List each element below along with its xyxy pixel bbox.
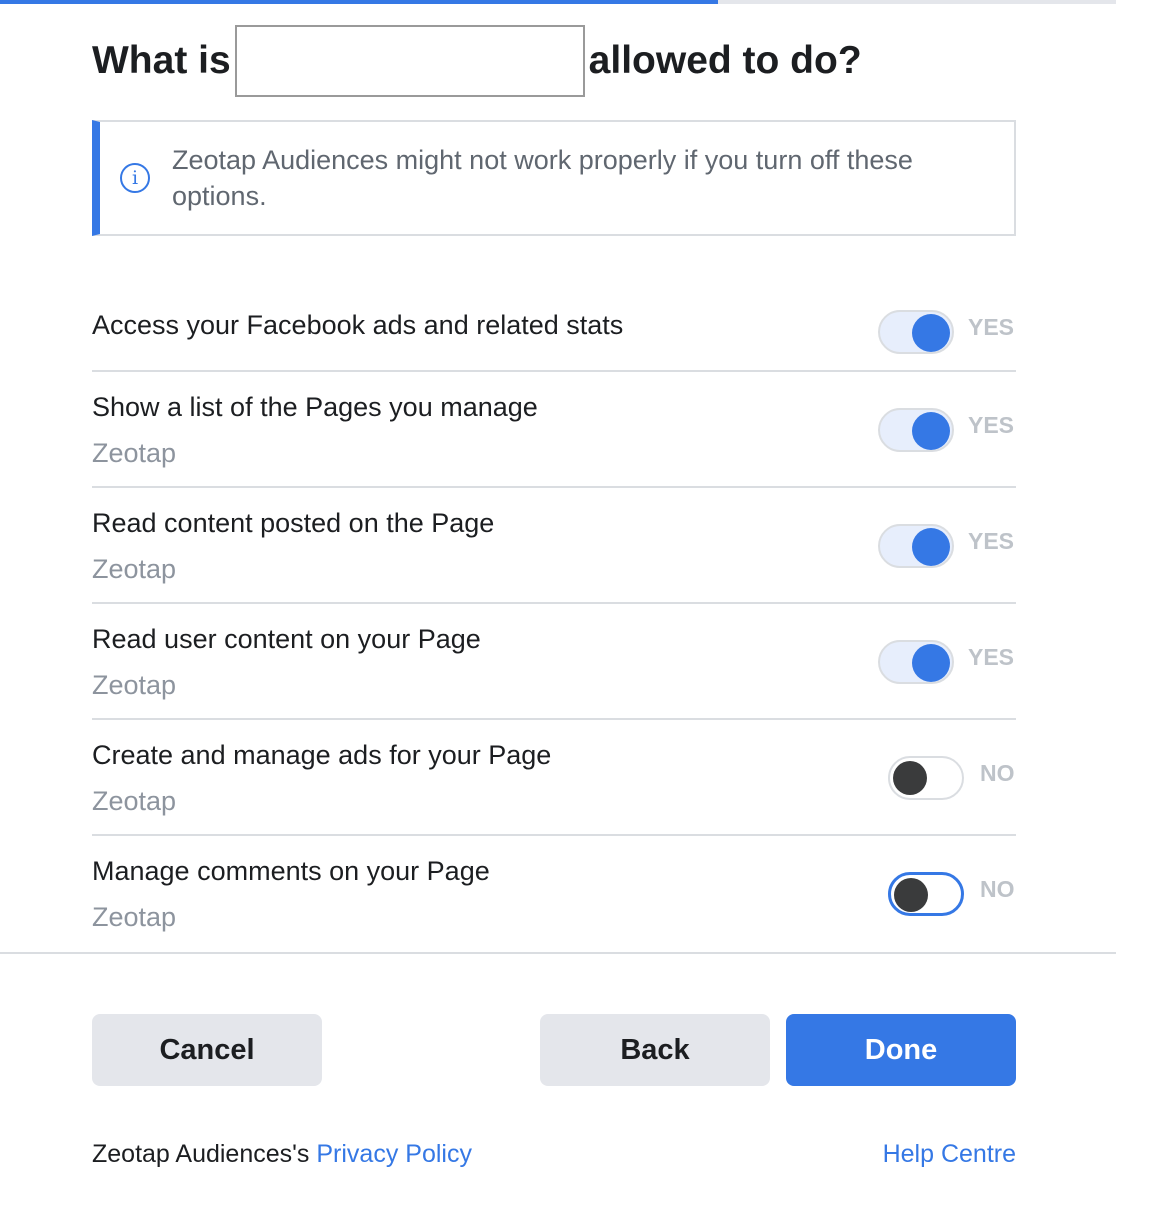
- done-button[interactable]: Done: [786, 1014, 1016, 1086]
- permission-subtitle: Zeotap: [92, 786, 177, 816]
- permission-toggle[interactable]: [878, 408, 954, 452]
- toggle-state-label: YES: [968, 644, 1015, 670]
- permission-title: Read content posted on the Page: [92, 508, 495, 538]
- cancel-button[interactable]: Cancel: [92, 1014, 322, 1086]
- permission-toggle[interactable]: [888, 756, 964, 800]
- permission-subtitle: Zeotap: [92, 554, 177, 584]
- progress-track: [0, 0, 1116, 4]
- privacy-footer: Zeotap Audiences's Privacy Policy: [92, 1140, 472, 1169]
- permission-toggle[interactable]: [888, 872, 964, 916]
- help-centre-link[interactable]: Help Centre: [883, 1140, 1016, 1168]
- permission-list: Access your Facebook ads and related sta…: [92, 270, 1016, 952]
- permission-subtitle: Zeotap: [92, 902, 177, 932]
- permission-title: Access your Facebook ads and related sta…: [92, 310, 624, 340]
- toggle-state-label: NO: [980, 760, 1015, 786]
- toggle-state-label: YES: [968, 314, 1015, 340]
- toggle-state-label: YES: [968, 528, 1015, 554]
- permission-row: Read user content on your Page Zeotap YE…: [92, 604, 1016, 720]
- footer-divider: [0, 952, 1116, 954]
- toggle-state-label: YES: [968, 412, 1015, 438]
- permission-row: Show a list of the Pages you manage Zeot…: [92, 372, 1016, 488]
- toggle-knob: [912, 644, 950, 682]
- privacy-prefix: Zeotap Audiences's: [92, 1140, 310, 1168]
- toggle-knob: [912, 412, 950, 450]
- permission-subtitle: Zeotap: [92, 670, 177, 700]
- notice-text: Zeotap Audiences might not work properly…: [172, 145, 913, 211]
- permission-title: Create and manage ads for your Page: [92, 740, 552, 770]
- info-notice: i Zeotap Audiences might not work proper…: [92, 120, 1016, 236]
- permission-row: Access your Facebook ads and related sta…: [92, 270, 1016, 372]
- permission-row: Read content posted on the Page Zeotap Y…: [92, 488, 1016, 604]
- permission-title: Show a list of the Pages you manage: [92, 392, 538, 422]
- permission-subtitle: Zeotap: [92, 438, 177, 468]
- title-suffix: allowed to do?: [588, 39, 862, 82]
- back-button[interactable]: Back: [540, 1014, 770, 1086]
- toggle-knob: [912, 314, 950, 352]
- permission-row: Create and manage ads for your Page Zeot…: [92, 720, 1016, 836]
- title-prefix: What is: [92, 39, 231, 82]
- permission-toggle[interactable]: [878, 640, 954, 684]
- toggle-knob: [894, 878, 928, 912]
- permission-title: Manage comments on your Page: [92, 856, 490, 886]
- permission-toggle[interactable]: [878, 524, 954, 568]
- dialog-title: What is allowed to do?: [92, 24, 862, 98]
- toggle-state-label: NO: [980, 876, 1015, 902]
- permission-toggle[interactable]: [878, 310, 954, 354]
- progress-fill: [0, 0, 718, 4]
- redacted-app-name: [234, 25, 585, 97]
- info-icon: i: [120, 163, 150, 193]
- help-footer: Help Centre: [883, 1140, 1016, 1169]
- toggle-knob: [912, 528, 950, 566]
- privacy-policy-link[interactable]: Privacy Policy: [316, 1140, 472, 1168]
- toggle-knob: [893, 761, 927, 795]
- permission-row: Manage comments on your Page Zeotap NO: [92, 836, 1016, 952]
- permission-title: Read user content on your Page: [92, 624, 481, 654]
